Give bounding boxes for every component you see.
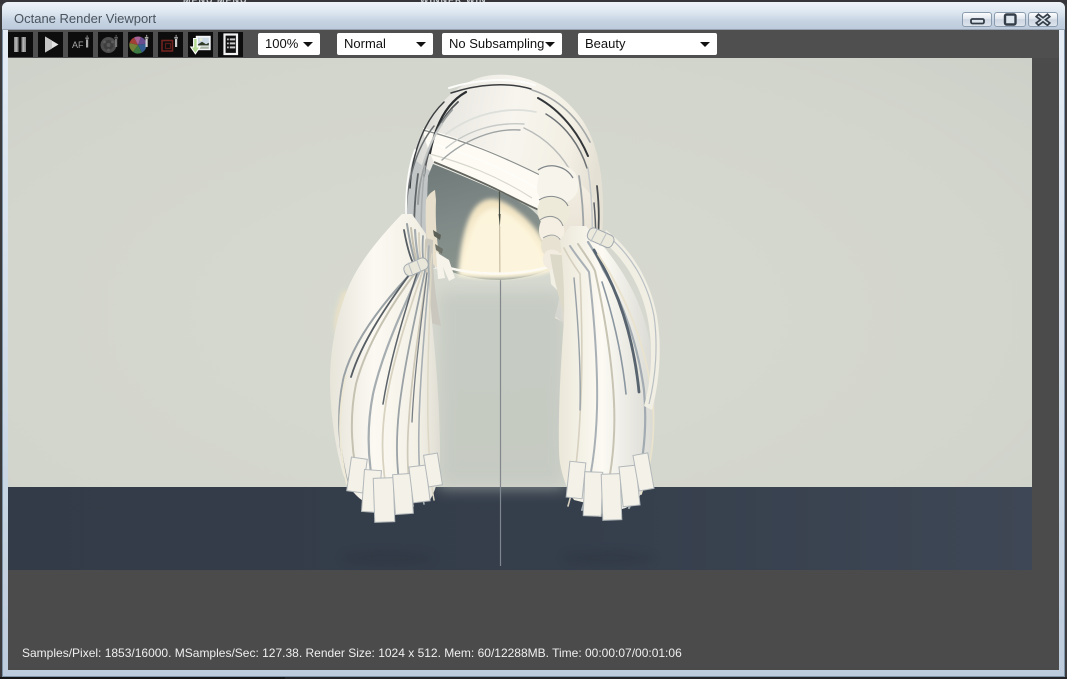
svg-text:AF: AF bbox=[72, 40, 84, 50]
